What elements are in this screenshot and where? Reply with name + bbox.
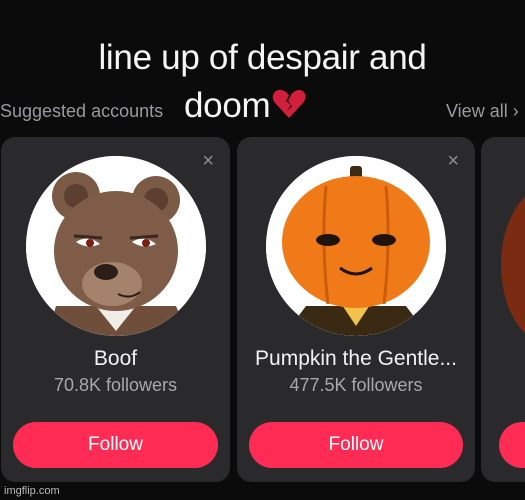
caption-line-1: line up of despair and (98, 38, 427, 77)
broken-heart-icon (272, 87, 306, 128)
follow-button[interactable]: Follow (13, 422, 218, 468)
close-icon[interactable]: × (447, 151, 459, 171)
avatar[interactable] (25, 156, 206, 336)
caption-line-2: doom (184, 86, 306, 128)
avatar[interactable] (266, 156, 446, 336)
account-name[interactable]: Pumpkin the Gentle... (237, 347, 475, 371)
view-all-label: View all (446, 101, 508, 121)
avatar[interactable] (501, 185, 525, 345)
follower-count: 477.5K followers (289, 375, 423, 395)
caption-line-2-text: doom (184, 86, 271, 125)
follower-count: 70.8K followers (53, 375, 178, 395)
chevron-right-icon: › (512, 101, 519, 121)
account-card-boof[interactable]: × Boof 70.8K followers Follow (1, 137, 230, 482)
follow-button[interactable] (499, 422, 525, 468)
account-card-partial[interactable] (481, 137, 525, 482)
follow-button[interactable]: Follow (249, 422, 463, 468)
view-all-link[interactable]: View all › (446, 101, 519, 122)
watermark: imgflip.com (4, 485, 60, 497)
account-card-pumpkin[interactable]: × Pumpkin the Gentle... 477.5K followers… (237, 137, 475, 482)
account-name[interactable]: Boof (1, 347, 230, 371)
close-icon[interactable]: × (202, 151, 214, 171)
suggested-accounts-heading: Suggested accounts (0, 101, 164, 121)
